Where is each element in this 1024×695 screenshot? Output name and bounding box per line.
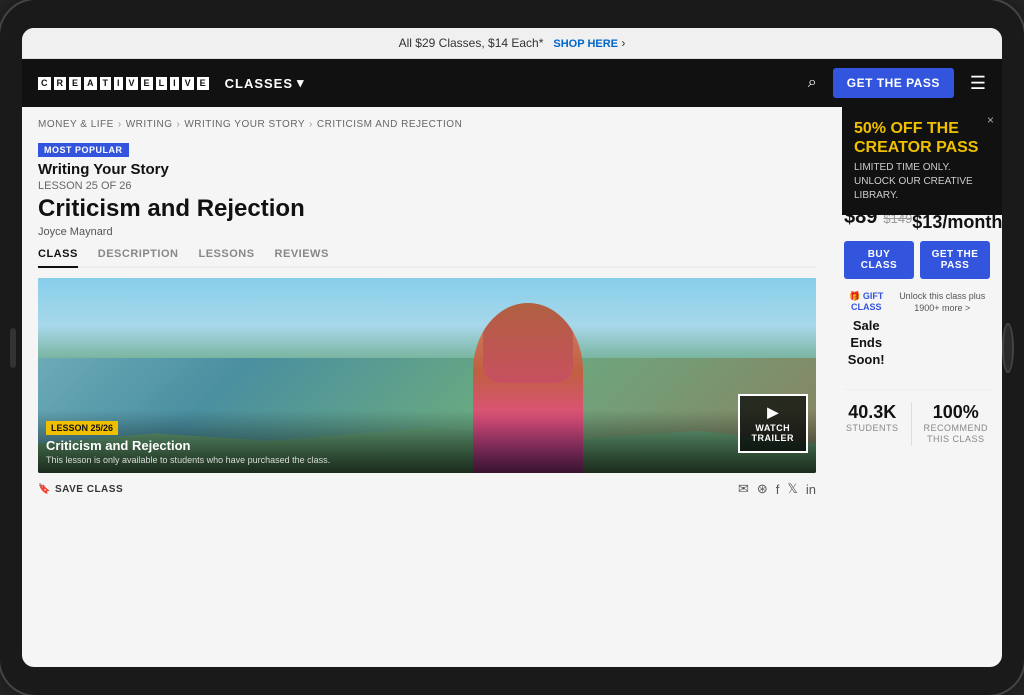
tabs: CLASS DESCRIPTION LESSONS REVIEWS xyxy=(38,248,816,268)
video-overlay: LESSON 25/26 Criticism and Rejection Thi… xyxy=(38,410,816,473)
pricing-buttons: BUY CLASS GET THE PASS xyxy=(844,241,990,279)
tab-class[interactable]: CLASS xyxy=(38,248,78,268)
content-area: MONEY & LIFE › WRITING › WRITING YOUR ST… xyxy=(22,107,1002,667)
screen: All $29 Classes, $14 Each* SHOP HERE › C… xyxy=(22,28,1002,667)
pricing-area: $89 $149 starting at $13/month* BUY CLAS… xyxy=(844,199,990,446)
tablet-button-left xyxy=(10,328,16,368)
tab-reviews[interactable]: REVIEWS xyxy=(275,248,329,266)
logo-t: T xyxy=(100,77,112,90)
email-icon[interactable]: ✉ xyxy=(738,481,749,497)
right-panel: × 50% Off the Creator Pass Limited Time … xyxy=(832,107,1002,667)
promo-popup: × 50% Off the Creator Pass Limited Time … xyxy=(842,107,1002,215)
shop-link[interactable]: SHOP HERE xyxy=(553,38,618,50)
breadcrumb-item-2[interactable]: WRITING YOUR STORY xyxy=(184,119,305,130)
gift-class-link[interactable]: 🎁 GIFT CLASS xyxy=(844,291,888,312)
save-class-row: 🔖 SAVE CLASS ✉ ⊛ f 𝕏 in xyxy=(38,481,816,497)
stat-recommend-value: 100% xyxy=(924,402,989,423)
pinterest-icon[interactable]: ⊛ xyxy=(757,481,768,497)
video-landscape xyxy=(38,278,816,358)
breadcrumb: MONEY & LIFE › WRITING › WRITING YOUR ST… xyxy=(38,119,816,130)
logo-v: V xyxy=(126,77,138,90)
promo-body-text: Limited Time Only. Unlock Our Creative L… xyxy=(854,161,990,203)
stat-students-value: 40.3K xyxy=(846,402,899,423)
logo-i: I xyxy=(114,77,123,90)
twitter-icon[interactable]: 𝕏 xyxy=(787,481,797,497)
stat-students: 40.3K STUDENTS xyxy=(846,402,899,446)
stat-recommend: 100% RECOMMENDTHIS CLASS xyxy=(924,402,989,446)
logo-e: E xyxy=(69,77,81,90)
facebook-icon[interactable]: f xyxy=(776,482,780,497)
logo-e2: E xyxy=(141,77,153,90)
instructor-name: Joyce Maynard xyxy=(38,226,816,238)
top-banner: All $29 Classes, $14 Each* SHOP HERE › xyxy=(22,28,1002,59)
linkedin-icon[interactable]: in xyxy=(806,482,816,497)
breadcrumb-sep-0: › xyxy=(118,119,122,130)
lesson-title: Criticism and Rejection xyxy=(38,196,816,222)
nav-bar: C R E A T I V E L I V E CLASSES ▾ ⌕ GET … xyxy=(22,59,1002,107)
play-icon: ▶ xyxy=(767,404,778,421)
tablet-frame: All $29 Classes, $14 Each* SHOP HERE › C… xyxy=(0,0,1024,695)
logo-r: R xyxy=(54,77,67,90)
breadcrumb-item-3[interactable]: CRITICISM AND REJECTION xyxy=(317,119,462,130)
get-pass-nav-button[interactable]: GET THE PASS xyxy=(833,68,954,98)
promo-percent-text: 50% Off the Creator Pass xyxy=(854,119,990,157)
tablet-button-right xyxy=(1002,323,1014,373)
buy-class-button[interactable]: BUY CLASS xyxy=(844,241,914,279)
banner-text: All $29 Classes, $14 Each* xyxy=(399,36,544,50)
logo-e3: E xyxy=(197,77,209,90)
logo-c: C xyxy=(38,77,51,90)
logo-v2: V xyxy=(182,77,194,90)
logo-i2: I xyxy=(170,77,179,90)
social-icons: ✉ ⊛ f 𝕏 in xyxy=(738,481,816,497)
class-title: Writing Your Story xyxy=(38,161,816,178)
menu-icon[interactable]: ☰ xyxy=(970,73,986,94)
breadcrumb-sep-2: › xyxy=(309,119,313,130)
breadcrumb-sep-1: › xyxy=(177,119,181,130)
left-panel: MONEY & LIFE › WRITING › WRITING YOUR ST… xyxy=(22,107,832,667)
video-container: LESSON 25/26 Criticism and Rejection Thi… xyxy=(38,278,816,473)
save-class-label: SAVE CLASS xyxy=(55,484,123,495)
get-pass-button[interactable]: GET THE PASS xyxy=(920,241,990,279)
logo-l: L xyxy=(156,77,168,90)
video-restricted-text: This lesson is only available to student… xyxy=(46,455,808,465)
unlock-text[interactable]: Unlock this class plus 1900+ more > xyxy=(894,291,990,369)
breadcrumb-item-1[interactable]: WRITING xyxy=(126,119,173,130)
lesson-info: LESSON 25 OF 26 xyxy=(38,180,816,192)
save-class-button[interactable]: 🔖 SAVE CLASS xyxy=(38,484,123,495)
most-popular-badge: MOST POPULAR xyxy=(38,143,129,157)
sale-ends: Sale EndsSoon! xyxy=(844,318,888,369)
tab-description[interactable]: DESCRIPTION xyxy=(98,248,179,266)
nav-classes-button[interactable]: CLASSES ▾ xyxy=(225,75,305,91)
video-lesson-title: Criticism and Rejection xyxy=(46,438,808,453)
logo-a: A xyxy=(84,77,97,90)
banner-arrow: › xyxy=(621,36,625,50)
tab-lessons[interactable]: LESSONS xyxy=(198,248,254,266)
bookmark-icon: 🔖 xyxy=(38,484,51,495)
stat-recommend-label: RECOMMENDTHIS CLASS xyxy=(924,423,989,446)
stat-students-label: STUDENTS xyxy=(846,423,899,435)
watch-trailer-label: WATCHTRAILER xyxy=(752,423,795,443)
logo[interactable]: C R E A T I V E L I V E xyxy=(38,77,209,90)
watch-trailer-button[interactable]: ▶ WATCHTRAILER xyxy=(738,394,809,453)
video-lesson-badge: LESSON 25/26 xyxy=(46,421,118,435)
breadcrumb-item-0[interactable]: MONEY & LIFE xyxy=(38,119,114,130)
search-icon[interactable]: ⌕ xyxy=(808,74,817,92)
promo-close-button[interactable]: × xyxy=(987,113,994,127)
